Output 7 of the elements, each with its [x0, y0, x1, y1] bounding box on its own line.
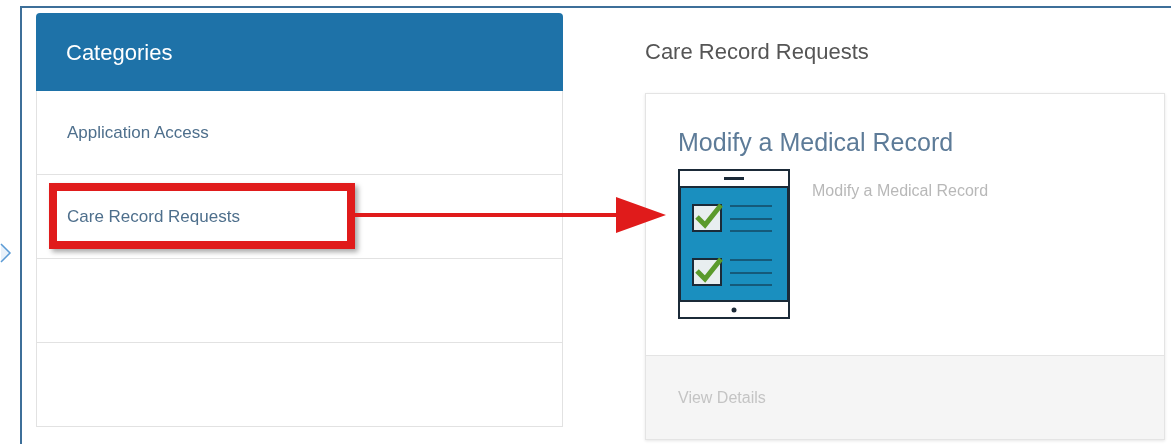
category-item[interactable]: Application Access: [36, 91, 563, 175]
tablet-checklist-icon: [678, 169, 790, 319]
sidebar-header: Categories: [36, 13, 563, 91]
chevron-right-icon: [0, 243, 12, 263]
card-description: Modify a Medical Record: [812, 181, 989, 201]
section-title: Care Record Requests: [645, 38, 870, 66]
card-title[interactable]: Modify a Medical Record: [678, 130, 1164, 155]
